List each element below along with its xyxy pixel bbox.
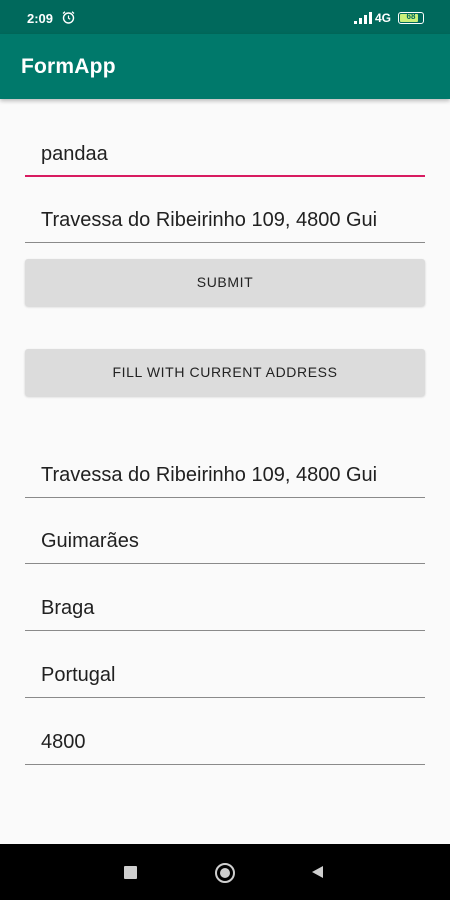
- address-field[interactable]: Travessa do Ribeirinho 109, 4800 Gui: [25, 195, 425, 243]
- home-icon[interactable]: [215, 863, 235, 883]
- address-field-value: Travessa do Ribeirinho 109, 4800 Gui: [41, 209, 378, 231]
- app-bar: FormApp: [0, 34, 450, 99]
- street-field[interactable]: Travessa do Ribeirinho 109, 4800 Gui: [25, 450, 425, 498]
- network-type: 4G: [375, 11, 392, 25]
- status-bar: 2:09 4G 68: [0, 0, 450, 34]
- submit-button[interactable]: SUBMIT: [25, 259, 425, 306]
- recents-icon[interactable]: [124, 866, 137, 879]
- city-field-value: Guimarães: [41, 530, 139, 552]
- alarm-icon: [62, 11, 75, 24]
- street-field-value: Travessa do Ribeirinho 109, 4800 Gui: [41, 464, 378, 486]
- city-field[interactable]: Guimarães: [25, 516, 425, 564]
- signal-icon: [354, 12, 372, 24]
- battery-level-text: 68: [406, 12, 416, 21]
- name-field-value: pandaa: [41, 143, 108, 165]
- app-title: FormApp: [21, 55, 116, 78]
- navigation-bar: [0, 844, 450, 900]
- postal-code-field-value: 4800: [41, 731, 86, 753]
- postal-code-field[interactable]: 4800: [25, 717, 425, 765]
- battery-icon: 68: [398, 12, 424, 24]
- country-field-value: Portugal: [41, 664, 116, 686]
- district-field[interactable]: Braga: [25, 583, 425, 631]
- name-field[interactable]: pandaa: [25, 129, 425, 177]
- country-field[interactable]: Portugal: [25, 650, 425, 698]
- fill-current-address-button[interactable]: FILL WITH CURRENT ADDRESS: [25, 349, 425, 396]
- back-icon[interactable]: [310, 865, 324, 879]
- district-field-value: Braga: [41, 597, 95, 619]
- status-time: 2:09: [27, 11, 54, 26]
